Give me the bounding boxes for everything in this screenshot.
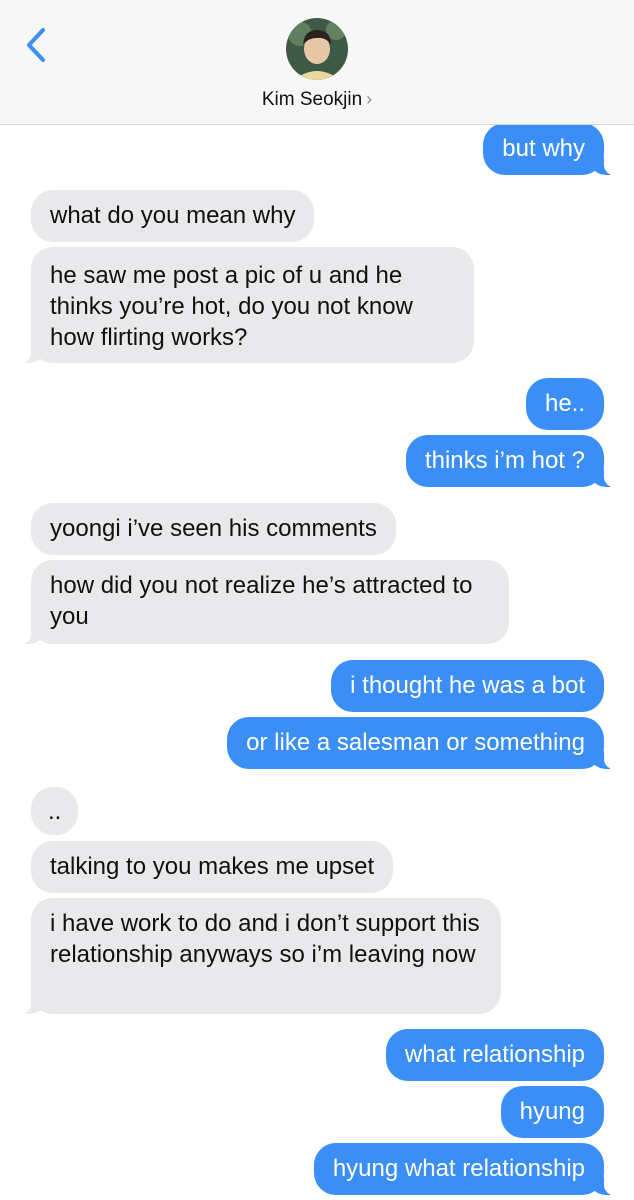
sent-message-bubble[interactable]: hyung what relationship bbox=[313, 1143, 615, 1195]
contact-avatar[interactable] bbox=[286, 18, 348, 80]
message-text: what relationship bbox=[404, 1041, 585, 1068]
chevron-right-icon: › bbox=[366, 89, 373, 109]
received-message-bubble[interactable]: .. bbox=[31, 787, 79, 835]
back-button[interactable] bbox=[22, 26, 52, 64]
message-text: how did you not realize he’s attracted t… bbox=[50, 572, 473, 630]
message-text: thinks i’m hot ? bbox=[424, 447, 585, 474]
sent-message-bubble[interactable]: he.. bbox=[525, 378, 604, 430]
received-message-bubble[interactable]: how did you not realize he’s attracted t… bbox=[21, 560, 509, 644]
received-message-bubble[interactable]: what do you mean why bbox=[31, 190, 315, 242]
contact-name: Kim Seokjin bbox=[261, 89, 363, 110]
avatar-image bbox=[286, 18, 348, 80]
message-text: he saw me post a pic of u and he thinks … bbox=[50, 262, 413, 351]
message-text: he.. bbox=[544, 390, 585, 417]
received-message-bubble[interactable]: yoongi i’ve seen his comments bbox=[31, 503, 396, 555]
sent-message-bubble[interactable]: but why bbox=[483, 123, 614, 175]
message-text: i have work to do and i don’t support th… bbox=[50, 910, 480, 968]
sent-message-bubble[interactable]: thinks i’m hot ? bbox=[405, 435, 615, 487]
message-text: hyung what relationship bbox=[332, 1155, 585, 1182]
message-text: i thought he was a bot bbox=[350, 672, 585, 699]
received-message-bubble[interactable]: he saw me post a pic of u and he thinks … bbox=[21, 247, 474, 363]
message-thread: but why what do you mean why he saw me p… bbox=[0, 0, 634, 1200]
contact-name-button[interactable]: Kim Seokjin › bbox=[0, 89, 634, 111]
sent-message-bubble[interactable]: i thought he was a bot bbox=[331, 660, 604, 712]
conversation-header: Kim Seokjin › bbox=[0, 0, 634, 125]
received-message-bubble[interactable]: talking to you makes me upset bbox=[31, 841, 394, 893]
message-text: or like a salesman or something bbox=[246, 729, 585, 756]
chevron-left-icon bbox=[27, 28, 45, 62]
sent-message-bubble[interactable]: or like a salesman or something bbox=[227, 717, 614, 769]
sent-message-bubble[interactable]: hyung bbox=[500, 1086, 604, 1138]
message-text: yoongi i’ve seen his comments bbox=[50, 515, 377, 542]
message-text: hyung bbox=[519, 1098, 585, 1125]
message-text: talking to you makes me upset bbox=[50, 853, 375, 880]
message-text: .. bbox=[48, 798, 62, 825]
message-text: what do you mean why bbox=[50, 202, 296, 229]
received-message-bubble[interactable]: i have work to do and i don’t support th… bbox=[21, 898, 501, 1014]
sent-message-bubble[interactable]: what relationship bbox=[385, 1029, 604, 1081]
message-text: but why bbox=[502, 135, 585, 162]
